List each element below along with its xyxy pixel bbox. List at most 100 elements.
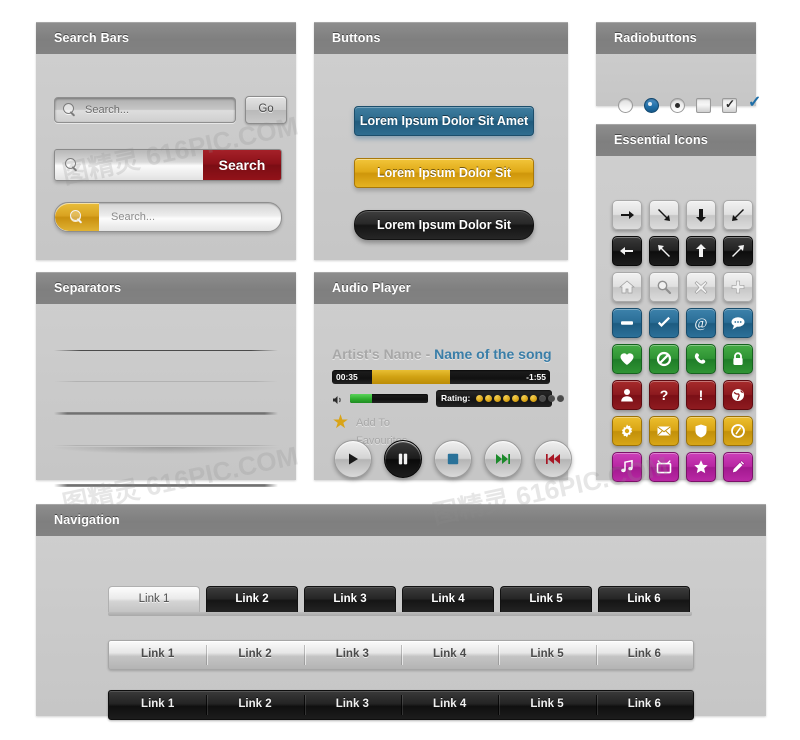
rating-dot[interactable] bbox=[557, 395, 564, 402]
panel-navigation: Navigation Link 1 Link 2 Link 3 Link 4 L… bbox=[36, 504, 766, 720]
nav-light-link-5[interactable]: Link 5 bbox=[498, 641, 595, 669]
plus-icon[interactable] bbox=[723, 272, 753, 302]
radio-unselected[interactable] bbox=[618, 98, 633, 113]
separator-thick-dark-2 bbox=[54, 484, 278, 487]
button-blue[interactable]: Lorem Ipsum Dolor Sit Amet bbox=[354, 106, 534, 136]
panel-title-separators: Separators bbox=[36, 272, 296, 304]
checkbox-unchecked[interactable] bbox=[696, 98, 711, 113]
arrow-down-right-icon[interactable] bbox=[649, 200, 679, 230]
rating-dot[interactable] bbox=[530, 395, 537, 402]
search-placeholder-3: Search... bbox=[111, 211, 156, 223]
tab-link-3[interactable]: Link 3 bbox=[304, 586, 396, 613]
panel-title-navigation: Navigation bbox=[36, 504, 766, 536]
no-entry-icon[interactable] bbox=[649, 344, 679, 374]
lock-icon[interactable] bbox=[723, 344, 753, 374]
arrow-left-icon[interactable] bbox=[612, 236, 642, 266]
rating-dot[interactable] bbox=[503, 395, 510, 402]
tab-link-1[interactable]: Link 1 bbox=[108, 586, 200, 613]
rating-dot[interactable] bbox=[494, 395, 501, 402]
arrow-up-right-icon[interactable] bbox=[723, 236, 753, 266]
nav-light-link-6[interactable]: Link 6 bbox=[595, 641, 693, 669]
previous-track-button[interactable] bbox=[534, 440, 572, 478]
arrow-right-icon[interactable] bbox=[612, 200, 642, 230]
user-icon[interactable] bbox=[612, 380, 642, 410]
question-mark-icon[interactable]: ? bbox=[649, 380, 679, 410]
rating-dot[interactable] bbox=[539, 395, 546, 402]
ui-kit-canvas: Search Bars Search... Go Search Search..… bbox=[0, 0, 800, 740]
nav-light-link-4[interactable]: Link 4 bbox=[400, 641, 498, 669]
heart-icon[interactable] bbox=[612, 344, 642, 374]
check-icon: ✓ bbox=[725, 97, 736, 111]
nav-light-link-2[interactable]: Link 2 bbox=[206, 641, 303, 669]
arrow-down-icon[interactable] bbox=[686, 200, 716, 230]
pencil-icon[interactable] bbox=[723, 452, 753, 482]
next-track-button[interactable] bbox=[484, 440, 522, 478]
svg-text:@: @ bbox=[695, 317, 708, 332]
rating-dot[interactable] bbox=[521, 395, 528, 402]
panel-title-radiobuttons: Radiobuttons bbox=[596, 22, 756, 54]
tab-link-4[interactable]: Link 4 bbox=[402, 586, 494, 613]
search-bar-3[interactable]: Search... bbox=[54, 202, 282, 232]
rating-dot[interactable] bbox=[512, 395, 519, 402]
nav-light-link-3[interactable]: Link 3 bbox=[303, 641, 401, 669]
arrow-up-left-icon[interactable] bbox=[649, 236, 679, 266]
globe-icon[interactable] bbox=[723, 380, 753, 410]
search-icon[interactable] bbox=[649, 272, 679, 302]
chat-bubble-icon[interactable] bbox=[723, 308, 753, 338]
button-gold[interactable]: Lorem Ipsum Dolor Sit bbox=[354, 158, 534, 188]
search-bar-1: Search... Go bbox=[54, 96, 287, 124]
button-dark[interactable]: Lorem Ipsum Dolor Sit bbox=[354, 210, 534, 240]
radio-selected-dark[interactable] bbox=[670, 98, 685, 113]
search-button[interactable]: Search bbox=[203, 150, 281, 180]
envelope-icon[interactable] bbox=[649, 416, 679, 446]
tab-link-5[interactable]: Link 5 bbox=[500, 586, 592, 613]
volume-control[interactable] bbox=[332, 392, 432, 406]
close-icon[interactable] bbox=[686, 272, 716, 302]
search-input-1[interactable]: Search... bbox=[54, 97, 236, 123]
radio-selected-blue[interactable] bbox=[644, 98, 659, 113]
music-note-icon[interactable] bbox=[612, 452, 642, 482]
check-icon[interactable] bbox=[649, 308, 679, 338]
nav-dark-link-6[interactable]: Link 6 bbox=[595, 691, 693, 719]
checkmark-blue[interactable]: ✓ bbox=[748, 95, 761, 112]
nav-dark-link-2[interactable]: Link 2 bbox=[206, 691, 303, 719]
progress-bar[interactable]: 00:35 -1:55 bbox=[332, 370, 550, 384]
rating-control[interactable]: Rating: bbox=[436, 390, 564, 407]
rating-dot[interactable] bbox=[476, 395, 483, 402]
nav-dark-link-5[interactable]: Link 5 bbox=[498, 691, 595, 719]
clock-icon[interactable] bbox=[723, 416, 753, 446]
arrow-up-icon[interactable] bbox=[686, 236, 716, 266]
rating-dot[interactable] bbox=[485, 395, 492, 402]
volume-fill bbox=[350, 394, 372, 403]
shield-icon[interactable] bbox=[686, 416, 716, 446]
gear-icon[interactable] bbox=[612, 416, 642, 446]
speaker-icon[interactable] bbox=[332, 393, 344, 405]
exclamation-mark-icon[interactable]: ! bbox=[686, 380, 716, 410]
home-icon[interactable] bbox=[612, 272, 642, 302]
search-icon-cap[interactable] bbox=[55, 203, 99, 231]
rating-dot[interactable] bbox=[548, 395, 555, 402]
tab-link-6[interactable]: Link 6 bbox=[598, 586, 690, 613]
arrow-down-left-icon[interactable] bbox=[723, 200, 753, 230]
stop-button[interactable] bbox=[434, 440, 472, 478]
go-button[interactable]: Go bbox=[245, 96, 287, 124]
rating-dots[interactable] bbox=[476, 395, 564, 402]
television-icon[interactable] bbox=[649, 452, 679, 482]
tab-link-2[interactable]: Link 2 bbox=[206, 586, 298, 613]
search-input-2[interactable] bbox=[55, 150, 203, 180]
pause-button[interactable] bbox=[384, 440, 422, 478]
nav-light-link-1[interactable]: Link 1 bbox=[109, 641, 206, 669]
star-icon: ★ bbox=[332, 412, 350, 433]
svg-text:!: ! bbox=[699, 387, 704, 403]
nav-dark-link-4[interactable]: Link 4 bbox=[400, 691, 498, 719]
checkbox-checked[interactable]: ✓ bbox=[722, 98, 737, 113]
nav-dark-link-3[interactable]: Link 3 bbox=[303, 691, 401, 719]
nav-dark-link-1[interactable]: Link 1 bbox=[109, 691, 206, 719]
svg-text:?: ? bbox=[660, 387, 669, 403]
minus-icon[interactable] bbox=[612, 308, 642, 338]
play-button[interactable] bbox=[334, 440, 372, 478]
volume-slider[interactable] bbox=[350, 394, 428, 403]
phone-icon[interactable] bbox=[686, 344, 716, 374]
at-sign-icon[interactable]: @ bbox=[686, 308, 716, 338]
star-icon[interactable] bbox=[686, 452, 716, 482]
